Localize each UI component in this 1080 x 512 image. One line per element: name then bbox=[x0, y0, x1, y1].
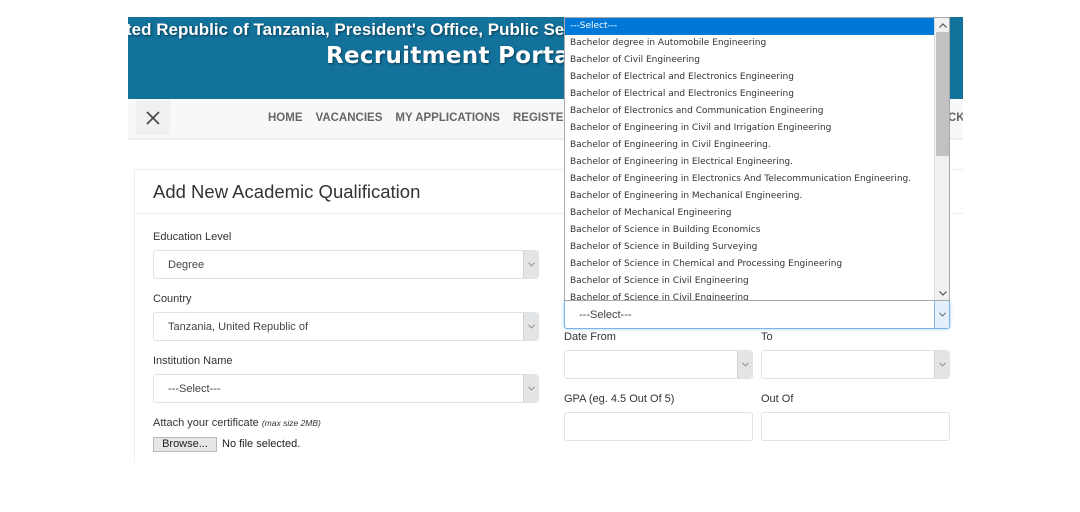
dropdown-option[interactable]: Bachelor degree in Automobile Engineerin… bbox=[565, 35, 935, 52]
dropdown-option[interactable]: Bachelor of Science in Chemical and Proc… bbox=[565, 256, 935, 273]
date-to-label: To bbox=[761, 331, 773, 343]
education-level-select[interactable]: Degree bbox=[153, 250, 539, 279]
programme-dropdown-list[interactable]: ---Select--- Bachelor degree in Automobil… bbox=[564, 17, 950, 301]
nav-vacancies[interactable]: VACANCIES bbox=[316, 112, 383, 124]
gpa-input[interactable] bbox=[564, 412, 753, 441]
dropdown-option[interactable]: Bachelor of Mechanical Engineering bbox=[565, 205, 935, 222]
certificate-size-hint: (max size 2MB) bbox=[261, 418, 321, 428]
dropdown-option[interactable]: Bachelor of Science in Civil Engineering bbox=[565, 290, 935, 300]
nav-my-applications[interactable]: MY APPLICATIONS bbox=[395, 112, 500, 124]
country-value: Tanzania, United Republic of bbox=[168, 321, 309, 333]
dropdown-option[interactable]: Bachelor of Engineering in Mechanical En… bbox=[565, 188, 935, 205]
education-level-value: Degree bbox=[168, 259, 205, 271]
institution-value: ---Select--- bbox=[168, 383, 221, 395]
chevron-down-icon bbox=[737, 351, 752, 378]
out-of-label: Out Of bbox=[761, 393, 794, 405]
scroll-down-arrow-icon[interactable] bbox=[935, 286, 949, 300]
dropdown-option[interactable]: Bachelor of Engineering in Electronics A… bbox=[565, 171, 935, 188]
gpa-label: GPA (eg. 4.5 Out Of 5) bbox=[564, 393, 675, 405]
education-level-label: Education Level bbox=[153, 231, 232, 243]
nav-home[interactable]: HOME bbox=[268, 112, 303, 124]
dropdown-option[interactable]: Bachelor of Engineering in Civil Enginee… bbox=[565, 137, 935, 154]
dropdown-option[interactable]: Bachelor of Electrical and Electronics E… bbox=[565, 69, 935, 86]
dropdown-option[interactable]: Bachelor of Science in Building Economic… bbox=[565, 222, 935, 239]
date-to-select[interactable] bbox=[761, 350, 950, 379]
nav-menu: HOME VACANCIES MY APPLICATIONS REGISTER bbox=[268, 112, 572, 124]
certificate-label: Attach your certificate (max size 2MB) bbox=[153, 417, 321, 429]
dropdown-options: ---Select--- Bachelor degree in Automobil… bbox=[565, 18, 935, 300]
close-icon bbox=[146, 111, 160, 125]
chevron-down-icon bbox=[523, 313, 538, 340]
dropdown-option[interactable]: Bachelor of Science in Civil Engineering bbox=[565, 273, 935, 290]
country-select[interactable]: Tanzania, United Republic of bbox=[153, 312, 539, 341]
scroll-up-arrow-icon[interactable] bbox=[935, 18, 949, 32]
institution-select[interactable]: ---Select--- bbox=[153, 374, 539, 403]
browse-button[interactable]: Browse... bbox=[153, 437, 217, 452]
chevron-down-icon bbox=[934, 351, 949, 378]
programme-select[interactable]: ---Select--- bbox=[564, 300, 950, 329]
menu-close-button[interactable] bbox=[136, 101, 170, 135]
certificate-label-text: Attach your certificate bbox=[153, 417, 259, 429]
dropdown-option[interactable]: ---Select--- bbox=[565, 18, 935, 35]
nav-item-partial[interactable]: CK bbox=[948, 112, 963, 124]
date-from-select[interactable] bbox=[564, 350, 753, 379]
date-from-label: Date From bbox=[564, 331, 616, 343]
chevron-down-icon bbox=[523, 251, 538, 278]
chevron-down-icon bbox=[934, 301, 949, 328]
dropdown-option[interactable]: Bachelor of Engineering in Electrical En… bbox=[565, 154, 935, 171]
dropdown-option[interactable]: Bachelor of Civil Engineering bbox=[565, 52, 935, 69]
dropdown-option[interactable]: Bachelor of Electrical and Electronics E… bbox=[565, 86, 935, 103]
file-status: No file selected. bbox=[222, 438, 301, 450]
country-label: Country bbox=[153, 293, 192, 305]
dropdown-option[interactable]: Bachelor of Science in Building Surveyin… bbox=[565, 239, 935, 256]
institution-label: Institution Name bbox=[153, 355, 233, 367]
nav-register[interactable]: REGISTER bbox=[513, 112, 572, 124]
chevron-down-icon bbox=[523, 375, 538, 402]
dropdown-option[interactable]: Bachelor of Engineering in Civil and Irr… bbox=[565, 120, 935, 137]
dropdown-scrollbar[interactable] bbox=[934, 18, 949, 300]
scrollbar-thumb[interactable] bbox=[936, 32, 949, 156]
programme-value: ---Select--- bbox=[579, 309, 632, 321]
out-of-input[interactable] bbox=[761, 412, 950, 441]
dropdown-option[interactable]: Bachelor of Electronics and Communicatio… bbox=[565, 103, 935, 120]
portal-title: Recruitment Portal bbox=[326, 43, 579, 69]
